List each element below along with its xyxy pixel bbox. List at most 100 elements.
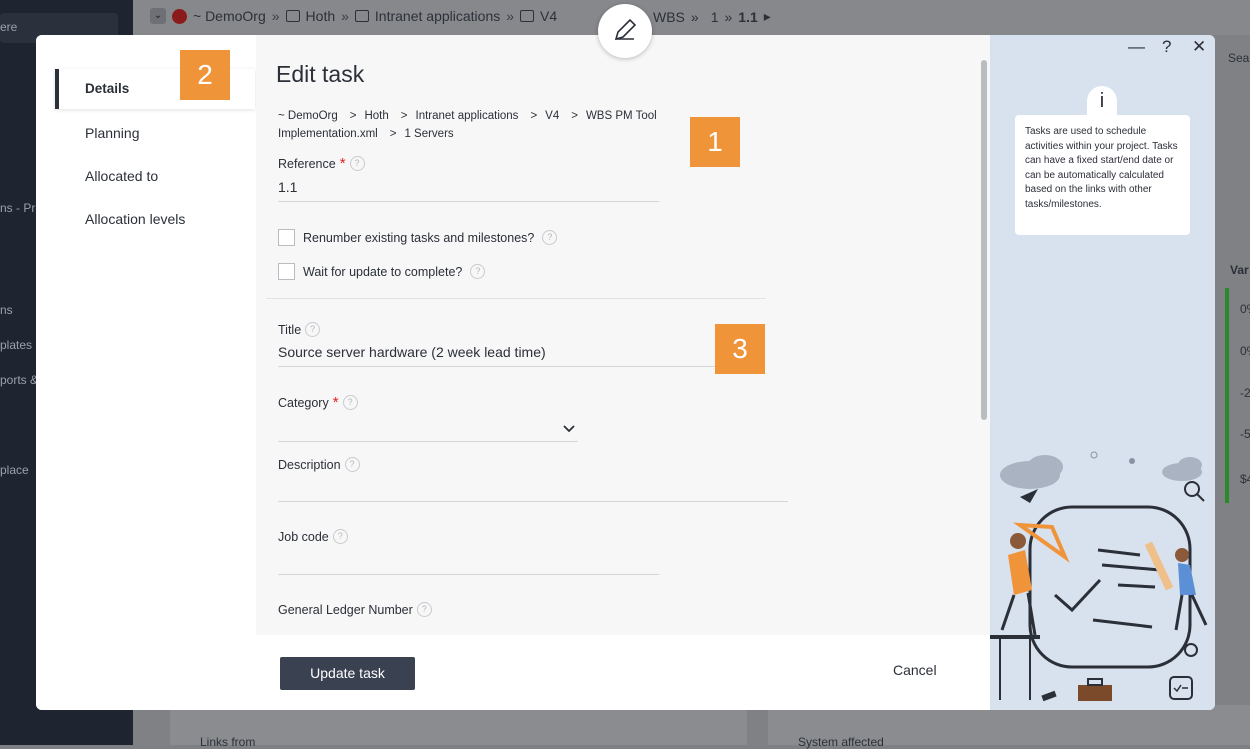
edit-pencil-badge: [598, 4, 652, 58]
breadcrumb-separator: >: [349, 110, 357, 122]
reference-underline: [278, 201, 659, 202]
crumb-separator: »: [690, 8, 699, 25]
edit-task-dialog: Details Planning Allocated to Allocation…: [36, 35, 1215, 710]
book-icon: [285, 10, 300, 22]
crumb-v4[interactable]: V4: [540, 8, 557, 24]
description-label: Description: [278, 457, 341, 472]
title-label-row: Title ?: [278, 322, 321, 337]
task-illustration: [990, 451, 1208, 702]
background-sidebar-item: ports &: [0, 373, 39, 387]
breadcrumb-item[interactable]: 1 Servers: [404, 128, 453, 140]
description-input[interactable]: [278, 501, 788, 502]
background-panel-title: Links from: [200, 735, 256, 749]
background-panel-links: Links from: [170, 705, 747, 749]
annotation-badge: 3: [715, 324, 765, 374]
crumb-separator: »: [271, 8, 280, 24]
crumb-separator: »: [724, 8, 733, 25]
help-icon[interactable]: ?: [332, 529, 348, 544]
annotation-badge: 1: [690, 117, 740, 167]
background-panel-systems: System affected: [768, 705, 1250, 749]
background-cell: -5: [1240, 427, 1250, 441]
renumber-label: Renumber existing tasks and milestones?: [303, 230, 535, 245]
title-underline: [278, 366, 758, 367]
crumb-hoth[interactable]: Hoth: [306, 8, 336, 24]
minimize-icon[interactable]: —: [1128, 37, 1145, 57]
background-sidebar-item: place: [0, 463, 29, 477]
background-panel-title: System affected: [798, 735, 884, 749]
reference-label-row: Reference * ?: [278, 155, 365, 172]
renumber-checkbox-row[interactable]: Renumber existing tasks and milestones? …: [278, 229, 558, 246]
crumb-separator: »: [341, 8, 349, 24]
help-icon[interactable]: ?: [349, 156, 365, 171]
gl-label: General Ledger Number: [278, 602, 413, 617]
category-label-row: Category * ?: [278, 394, 358, 411]
annotation-badge: 2: [180, 50, 230, 100]
breadcrumb-separator: >: [389, 128, 397, 140]
background-status-bar: [1225, 288, 1229, 503]
info-icon: i: [1087, 86, 1117, 116]
background-search-fragment: Sea: [1228, 51, 1250, 65]
help-icon[interactable]: ?: [470, 264, 486, 279]
crumb-intranet[interactable]: Intranet applications: [375, 8, 500, 24]
background-search-text: ere: [0, 20, 18, 34]
reference-input[interactable]: 1.1: [278, 179, 297, 195]
breadcrumb-separator: >: [571, 110, 578, 122]
background-cell: 0%: [1240, 302, 1250, 316]
dialog-title: Edit task: [276, 61, 365, 87]
background-cell: $4: [1240, 472, 1250, 486]
nav-planning[interactable]: Planning: [55, 113, 255, 153]
section-divider: [266, 298, 766, 299]
pencil-icon: [614, 18, 637, 41]
nav-allocation-levels[interactable]: Allocation levels: [55, 199, 255, 239]
help-panel: — ? ✕ i Tasks are used to schedule activ…: [990, 35, 1215, 710]
breadcrumb-item[interactable]: ~ DemoOrg: [278, 110, 338, 122]
folder-icon: [520, 10, 535, 22]
crumb-1-1[interactable]: 1.1: [738, 9, 757, 25]
chevron-down-icon[interactable]: [563, 421, 575, 436]
help-icon[interactable]: ?: [542, 230, 558, 245]
title-label: Title: [278, 322, 302, 337]
required-marker: *: [339, 155, 346, 172]
wait-label: Wait for update to complete?: [303, 264, 463, 279]
background-breadcrumb: ⌄ ~ DemoOrg » Hoth » Intranet applicatio…: [150, 8, 557, 24]
breadcrumb-separator: >: [400, 110, 408, 122]
crumb-1[interactable]: 1: [711, 9, 719, 25]
job-code-label-row: Job code ?: [278, 529, 348, 544]
dialog-footer: [36, 635, 990, 710]
gl-label-row: General Ledger Number ?: [278, 602, 432, 617]
breadcrumb-item[interactable]: Hoth: [364, 110, 388, 122]
crumb-wbs[interactable]: WBS: [653, 9, 685, 25]
update-task-button[interactable]: Update task: [280, 657, 415, 690]
org-logo-icon: [172, 8, 187, 24]
breadcrumb-separator: >: [530, 110, 538, 122]
description-label-row: Description ?: [278, 457, 360, 472]
nav-allocated-to[interactable]: Allocated to: [55, 156, 255, 196]
renumber-checkbox[interactable]: [278, 229, 295, 246]
category-label: Category: [278, 395, 329, 410]
wait-checkbox-row[interactable]: Wait for update to complete? ?: [278, 263, 486, 280]
breadcrumb-item[interactable]: Intranet applications: [416, 110, 519, 122]
dialog-nav: Details Planning Allocated to Allocation…: [36, 35, 256, 635]
play-icon[interactable]: ▸: [764, 8, 771, 25]
help-question-icon[interactable]: ?: [1162, 37, 1171, 57]
crumb-org[interactable]: ~ DemoOrg: [193, 8, 266, 24]
close-icon[interactable]: ✕: [1192, 37, 1206, 57]
help-icon[interactable]: ?: [305, 322, 321, 337]
content-scrollbar[interactable]: [981, 60, 987, 420]
help-icon[interactable]: ?: [342, 395, 358, 410]
wait-checkbox[interactable]: [278, 263, 295, 280]
info-text: Tasks are used to schedule activities wi…: [1015, 115, 1190, 235]
background-cell: -2: [1240, 386, 1250, 400]
job-code-input[interactable]: [278, 574, 659, 575]
background-sidebar-item: plates: [0, 338, 33, 352]
cancel-button[interactable]: Cancel: [893, 662, 937, 678]
background-sidebar-item: ns: [0, 303, 13, 317]
job-code-label: Job code: [278, 529, 329, 544]
category-select[interactable]: [278, 441, 578, 442]
book-icon: [354, 10, 369, 22]
help-icon[interactable]: ?: [416, 602, 432, 617]
title-input[interactable]: Source server hardware (2 week lead time…: [278, 344, 546, 360]
chevron-down-icon[interactable]: ⌄: [150, 8, 166, 24]
breadcrumb-item[interactable]: V4: [545, 110, 559, 122]
help-icon[interactable]: ?: [344, 457, 360, 472]
